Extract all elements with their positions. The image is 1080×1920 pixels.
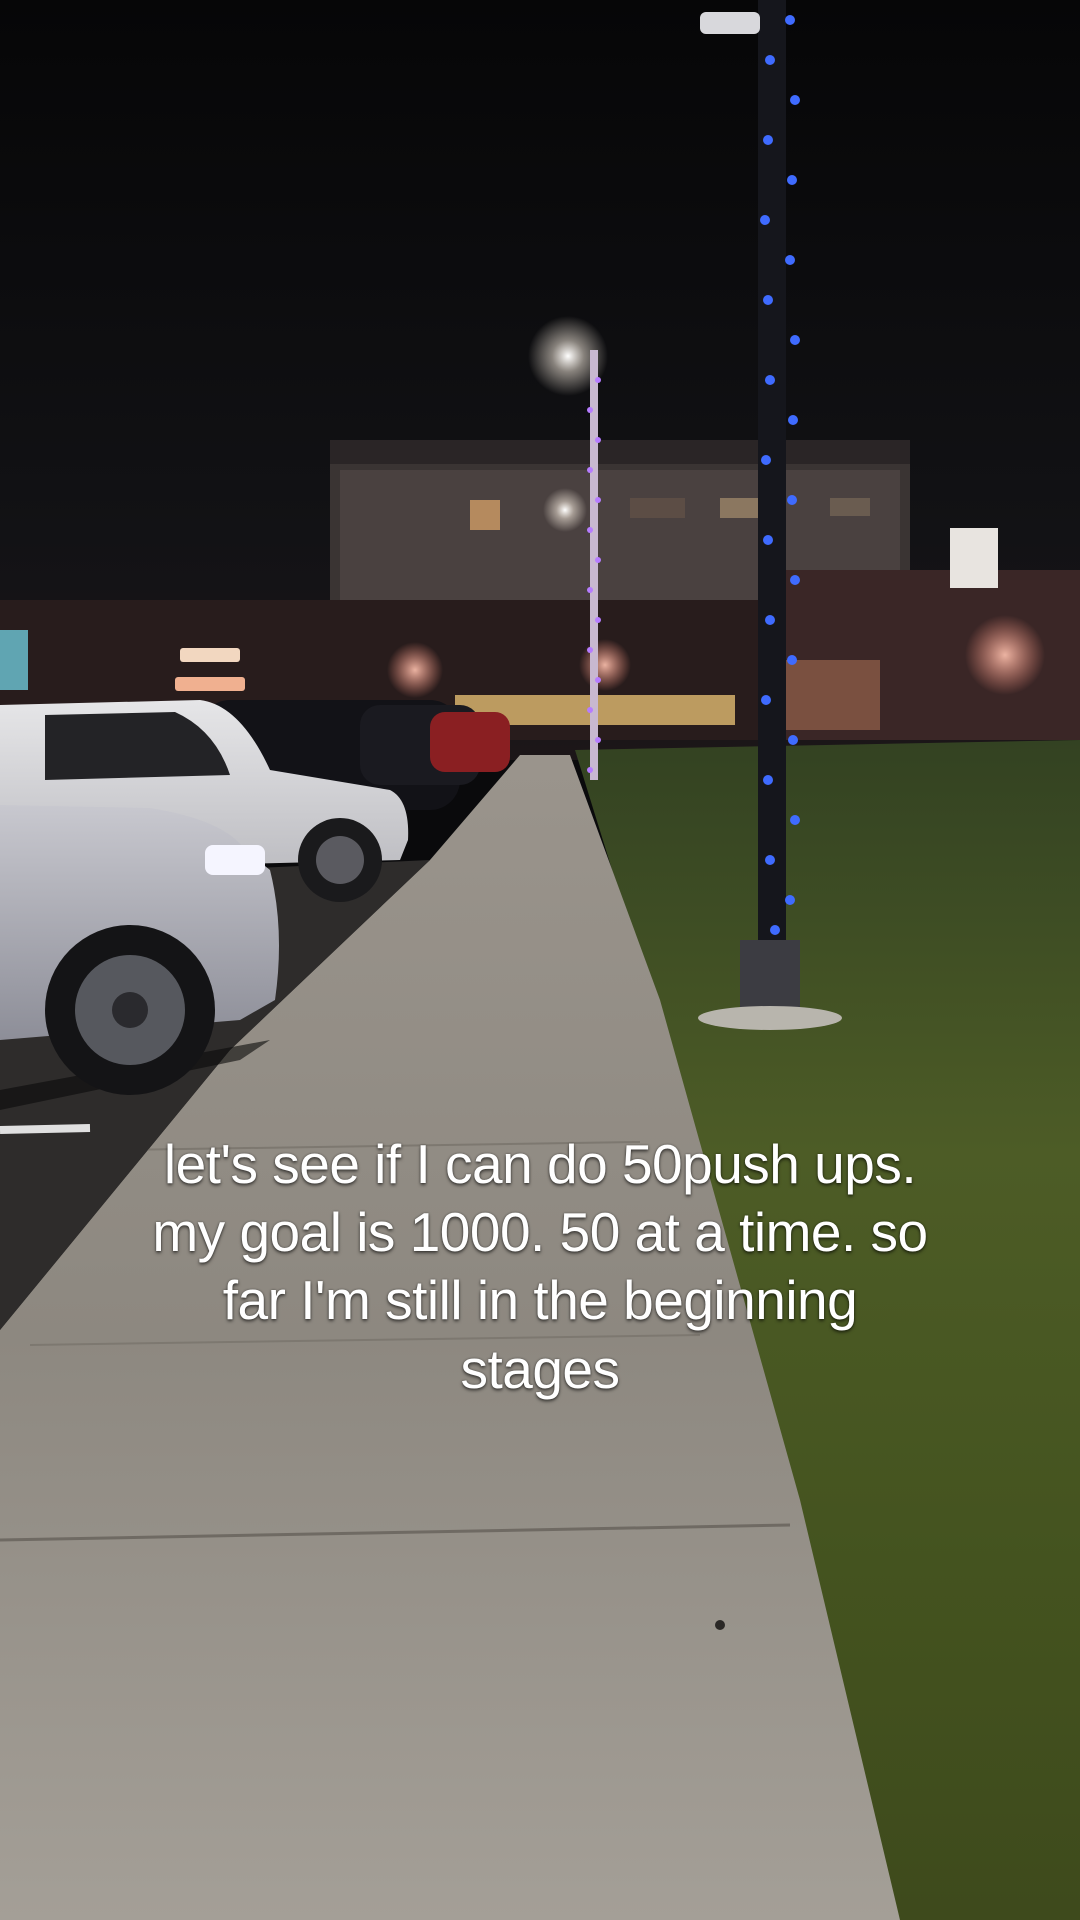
building-sign: [950, 528, 998, 588]
caption-line-4: stages: [460, 1337, 620, 1400]
caption-line-3: far I'm still in the beginning: [222, 1269, 858, 1332]
caption-line-1: let's see if I can do 50push ups.: [163, 1133, 917, 1195]
night-scene-photo: let's see if I can do 50push ups. my goa…: [0, 0, 1080, 1920]
video-caption: let's see if I can do 50push ups. my goa…: [20, 1130, 1060, 1403]
caption-line-2: my goal is 1000. 50 at a time. so: [152, 1201, 928, 1264]
scene-illustration: [0, 0, 1080, 1920]
